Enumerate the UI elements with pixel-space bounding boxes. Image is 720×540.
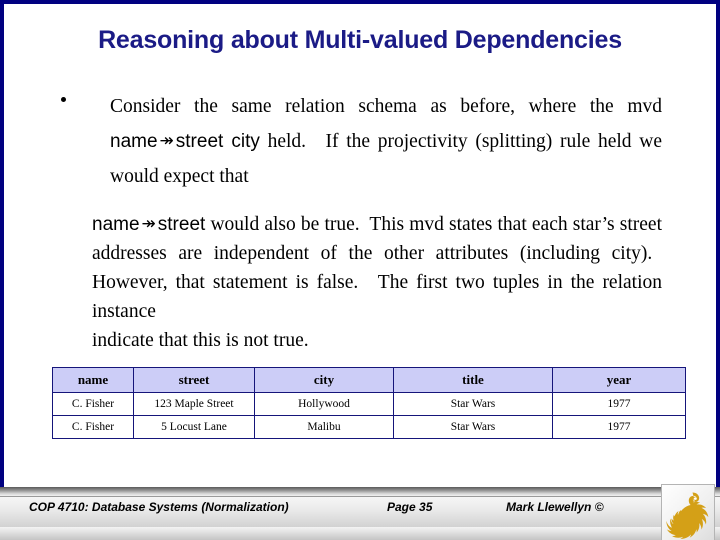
- paragraph-one: Consider the same relation schema as bef…: [110, 89, 662, 194]
- paragraph-two: name ↠ street would also be true. This mvd…: [92, 210, 662, 355]
- cell-year: 1977: [552, 392, 686, 416]
- relation-instance-table: name street city title year C. Fisher 12…: [52, 367, 686, 439]
- cell-street: 5 Locust Lane: [133, 415, 255, 439]
- attribute-name-left-2: name: [92, 214, 140, 235]
- column-header-city: city: [254, 367, 394, 393]
- slide-footer: COP 4710: Database Systems (Normalizatio…: [0, 487, 720, 540]
- footer-author-label: Mark Llewellyn ©: [506, 500, 604, 514]
- column-header-title: title: [393, 367, 553, 393]
- attribute-name-right-2: street: [157, 214, 206, 235]
- table-row: C. Fisher 5 Locust Lane Malibu Star Wars…: [52, 415, 686, 439]
- slide-frame-right: [716, 0, 720, 487]
- slide-frame-top: [0, 0, 720, 4]
- attribute-name-left-1: name: [110, 131, 158, 152]
- cell-street: 123 Maple Street: [133, 392, 255, 416]
- cell-name: C. Fisher: [52, 392, 134, 416]
- cell-name: C. Fisher: [52, 415, 134, 439]
- table-header-row: name street city title year: [52, 367, 686, 393]
- cell-city: Hollywood: [254, 392, 394, 416]
- cell-title: Star Wars: [393, 415, 553, 439]
- footer-course-label: COP 4710: Database Systems (Normalizatio…: [29, 500, 289, 514]
- mvd-arrow-icon-2: ↠: [141, 214, 156, 234]
- slide-canvas: Reasoning about Multi-valued Dependencie…: [0, 0, 720, 540]
- footer-page-number: Page 35: [387, 500, 433, 514]
- column-header-name: name: [52, 367, 134, 393]
- footer-rule-bottom: [0, 527, 720, 540]
- column-header-year: year: [552, 367, 686, 393]
- bullet-icon: [61, 97, 66, 102]
- mvd-arrow-icon-1: ↠: [159, 131, 174, 151]
- attribute-name-right-1: street city: [175, 131, 260, 152]
- cell-year: 1977: [552, 415, 686, 439]
- paragraph-one-text-a: Consider the same relation schema as bef…: [110, 96, 662, 117]
- slide-title: Reasoning about Multi-valued Dependencie…: [98, 26, 622, 54]
- paragraph-two-lastline: indicate that this is not true.: [92, 330, 309, 351]
- footer-rule-top: [0, 487, 720, 496]
- table-row: C. Fisher 123 Maple Street Hollywood Sta…: [52, 392, 686, 416]
- cell-city: Malibu: [254, 415, 394, 439]
- ucf-pegasus-logo-icon: [661, 484, 715, 540]
- column-header-street: street: [133, 367, 255, 393]
- cell-title: Star Wars: [393, 392, 553, 416]
- slide-frame-left: [0, 0, 4, 487]
